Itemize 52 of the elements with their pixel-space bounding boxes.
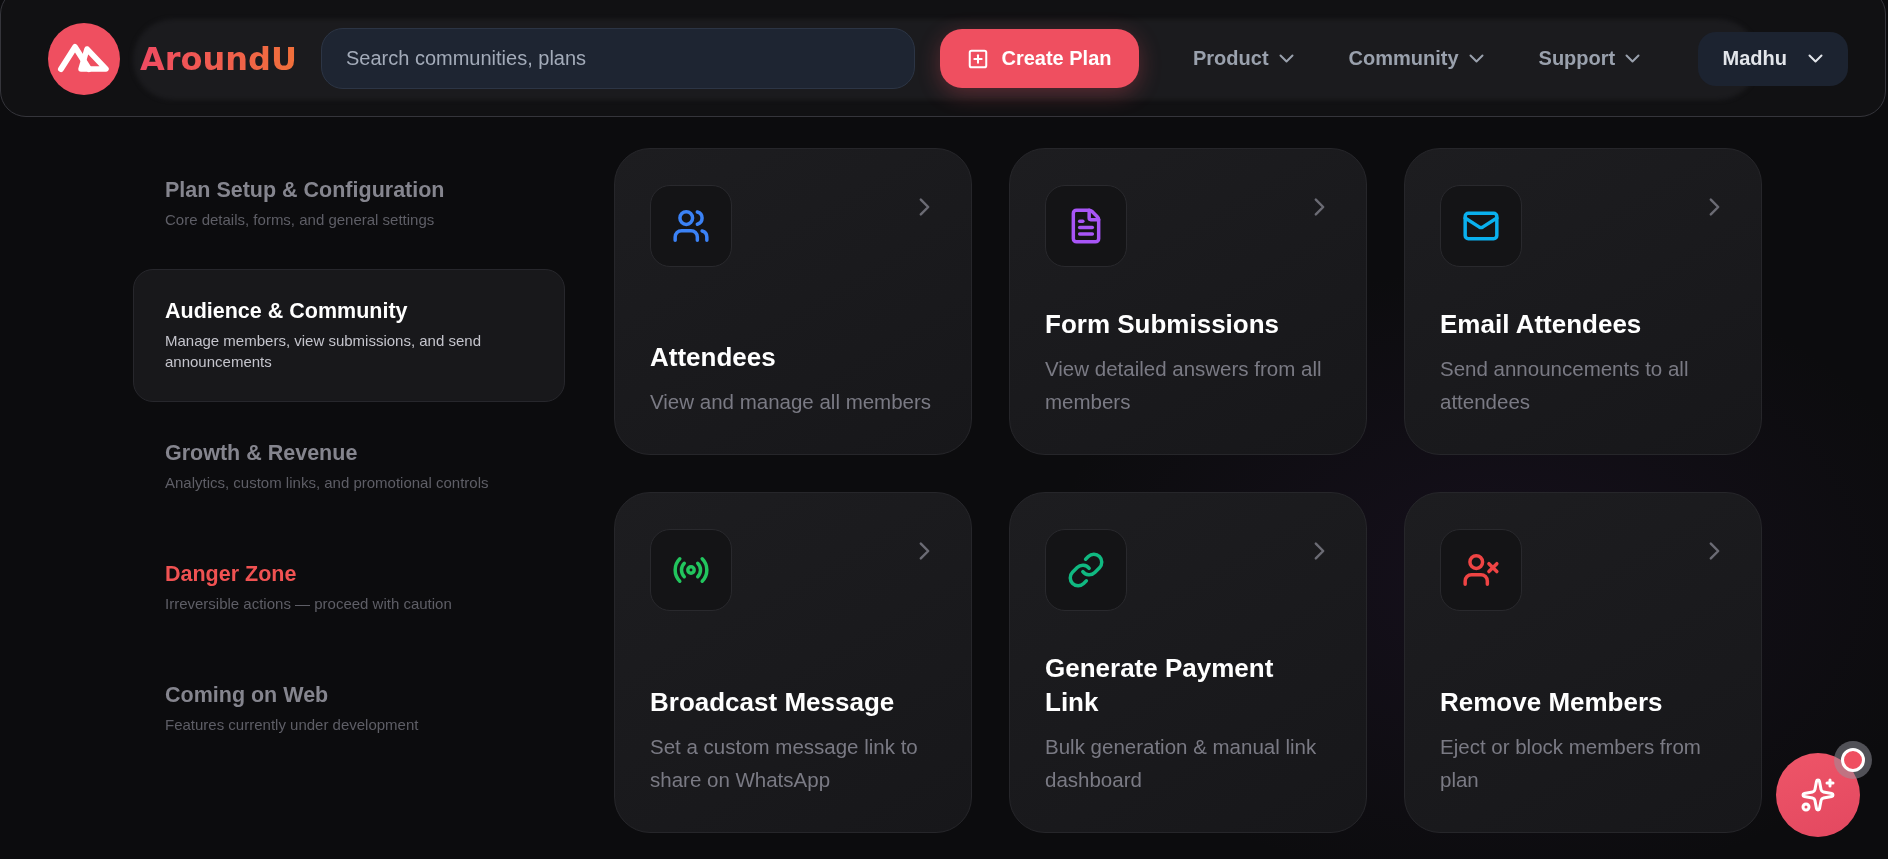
card-title: Generate Payment Link	[1045, 652, 1275, 719]
chevron-down-icon	[1809, 55, 1822, 62]
section-title: Growth & Revenue	[165, 441, 358, 465]
action-card[interactable]: Form Submissions View detailed answers from all members	[1009, 148, 1367, 455]
card-description: View and manage all members	[650, 389, 933, 415]
create-plan-button[interactable]: Create Plan	[940, 29, 1139, 88]
chevron-right-icon	[1315, 543, 1324, 559]
chevron-right-icon	[920, 543, 929, 559]
chevron-right-icon	[1710, 543, 1719, 559]
card-description: Set a custom message link to share on WhatsApp	[650, 734, 919, 793]
sidebar-item[interactable]: Coming on Web Features currently under development	[133, 653, 565, 765]
action-card[interactable]: Generate Payment Link Bulk generation & manual link dashboard	[1009, 492, 1367, 833]
plus-square-icon	[967, 47, 990, 70]
card-description: Bulk generation & manual link dashboard	[1045, 734, 1318, 793]
chevron-down-icon	[1279, 55, 1293, 62]
action-card[interactable]: Remove Members Eject or block members from plan	[1404, 492, 1762, 833]
chevron-right-icon	[1710, 199, 1719, 215]
section-description: Features currently under development	[165, 715, 419, 735]
nav-menu-button[interactable]: Product	[1193, 47, 1293, 70]
sparkles-icon	[1800, 777, 1836, 813]
chevron-down-icon	[1626, 55, 1640, 62]
section-title: Audience & Community	[165, 299, 408, 323]
section-description: Core details, forms, and general settings	[165, 210, 435, 230]
sidebar-item[interactable]: Growth & Revenue Analytics, custom links, and promotional controls	[133, 411, 565, 523]
card-title: Broadcast Message	[650, 686, 896, 719]
action-card[interactable]: Broadcast Message Set a custom message link to share on WhatsApp	[614, 492, 972, 833]
section-title: Coming on Web	[165, 683, 329, 707]
action-card[interactable]: Attendees View and manage all members	[614, 148, 972, 455]
sidebar-item[interactable]: Audience & Community Manage members, view submissions, and send announcements	[133, 269, 565, 402]
card-title: Email Attendees	[1440, 308, 1643, 341]
sidebar-item[interactable]: Danger Zone Irreversible actions — proceed with caution	[133, 532, 565, 644]
section-title: Danger Zone	[165, 562, 297, 586]
sidebar-item[interactable]: Plan Setup & Configuration Core details, forms, and general settings	[133, 148, 565, 260]
nav-menu-button[interactable]: Community	[1348, 47, 1483, 70]
section-description: Manage members, view submissions, and send announcements	[165, 331, 482, 372]
section-title: Plan Setup & Configuration	[165, 178, 445, 202]
card-description: Eject or block members from plan	[1440, 734, 1702, 793]
section-description: Irreversible actions — proceed with caution	[165, 594, 452, 614]
card-description: View detailed answers from all members	[1045, 356, 1323, 415]
action-card[interactable]: Email Attendees Send announcements to all attendees	[1404, 148, 1762, 455]
card-title: Attendees	[650, 341, 777, 374]
card-title: Form Submissions	[1045, 308, 1281, 341]
card-description: Send announcements to all attendees	[1440, 356, 1690, 415]
nav-menu-button[interactable]: Support	[1538, 47, 1640, 70]
section-description: Analytics, custom links, and promotional controls	[165, 473, 489, 493]
search-field[interactable]: Search communities, plans	[321, 28, 915, 89]
chevron-right-icon	[1315, 199, 1324, 215]
chevron-down-icon	[1469, 55, 1483, 62]
logo-icon[interactable]	[48, 22, 120, 95]
chevron-right-icon	[920, 199, 929, 215]
card-title: Remove Members	[1440, 686, 1664, 719]
user-menu-button[interactable]: Madhu	[1697, 31, 1848, 86]
